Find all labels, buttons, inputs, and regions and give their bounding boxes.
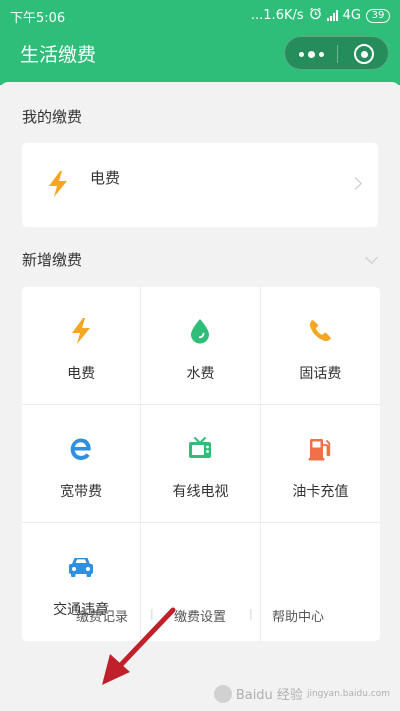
lightning-icon: [46, 170, 70, 202]
footer-separator: |: [249, 607, 253, 620]
chevron-down-icon[interactable]: [365, 251, 378, 264]
payment-option-label: 油卡充值: [292, 484, 349, 500]
battery-icon: 39: [366, 8, 390, 23]
network-type: 4G: [342, 8, 361, 23]
footer-links: 缴费记录 | 缴费设置 | 帮助中心: [0, 606, 400, 626]
lightning-icon: [67, 317, 95, 345]
payment-option-fuel-card[interactable]: 油卡充值: [260, 405, 380, 523]
header-bar: 下午5:06 ...1.6K/s 4G 39 生活缴费: [0, 0, 400, 85]
footer-separator: |: [150, 607, 154, 620]
footer-link-payment-settings[interactable]: 缴费设置: [174, 606, 226, 625]
payment-option-broadband[interactable]: 宽带费: [22, 405, 142, 523]
tv-icon: [186, 435, 214, 463]
payment-option-label: 宽带费: [60, 484, 103, 500]
payment-option-water[interactable]: 水费: [141, 287, 261, 405]
new-payment-grid: 电费 水费 固话费 宽带费 有线电视 油卡充值 交通违章: [22, 287, 380, 641]
status-bar: 下午5:06 ...1.6K/s 4G 39: [0, 0, 400, 30]
payment-option-label: 电费: [67, 366, 96, 382]
page-title: 生活缴费: [20, 44, 97, 66]
payment-option-label: 水费: [186, 366, 215, 382]
baidu-paw-icon: [213, 684, 232, 703]
my-payments-title: 我的缴费: [22, 108, 83, 126]
car-icon: [67, 553, 95, 581]
footer-link-help-center[interactable]: 帮助中心: [272, 606, 324, 625]
watermark-text: Baidu 经验: [235, 688, 303, 703]
phone-icon: [306, 317, 334, 345]
footer-link-payment-records[interactable]: 缴费记录: [76, 606, 128, 625]
network-speed: ...1.6K/s: [250, 8, 304, 23]
payment-option-cable-tv[interactable]: 有线电视: [141, 405, 261, 523]
close-mini-program-button[interactable]: [338, 37, 390, 71]
payment-option-electricity[interactable]: 电费: [22, 287, 142, 405]
watermark-sub: jingyan.baidu.com: [306, 688, 390, 699]
target-icon: [354, 44, 374, 64]
more-button[interactable]: [285, 37, 337, 71]
status-indicators: ...1.6K/s 4G 39: [251, 7, 390, 24]
broadband-e-icon: [67, 435, 95, 463]
my-payment-item-electricity[interactable]: 电费: [22, 143, 378, 227]
payment-option-label: 有线电视: [172, 484, 229, 500]
baidu-watermark: Baidu 经验 jingyan.baidu.com: [213, 684, 390, 703]
my-payment-item-label: 电费: [90, 169, 121, 187]
signal-icon: [326, 10, 338, 21]
status-time: 下午5:06: [10, 11, 66, 26]
water-drop-icon: [186, 317, 214, 345]
payment-option-label: 固话费: [299, 366, 342, 382]
payment-option-landline[interactable]: 固话费: [260, 287, 380, 405]
alarm-icon: [309, 7, 322, 24]
fuel-pump-icon: [306, 435, 334, 463]
chevron-right-icon: [349, 177, 362, 190]
new-payments-title: 新增缴费: [22, 251, 83, 269]
battery-level: 39: [371, 9, 385, 21]
mini-program-capsule: [284, 36, 389, 70]
